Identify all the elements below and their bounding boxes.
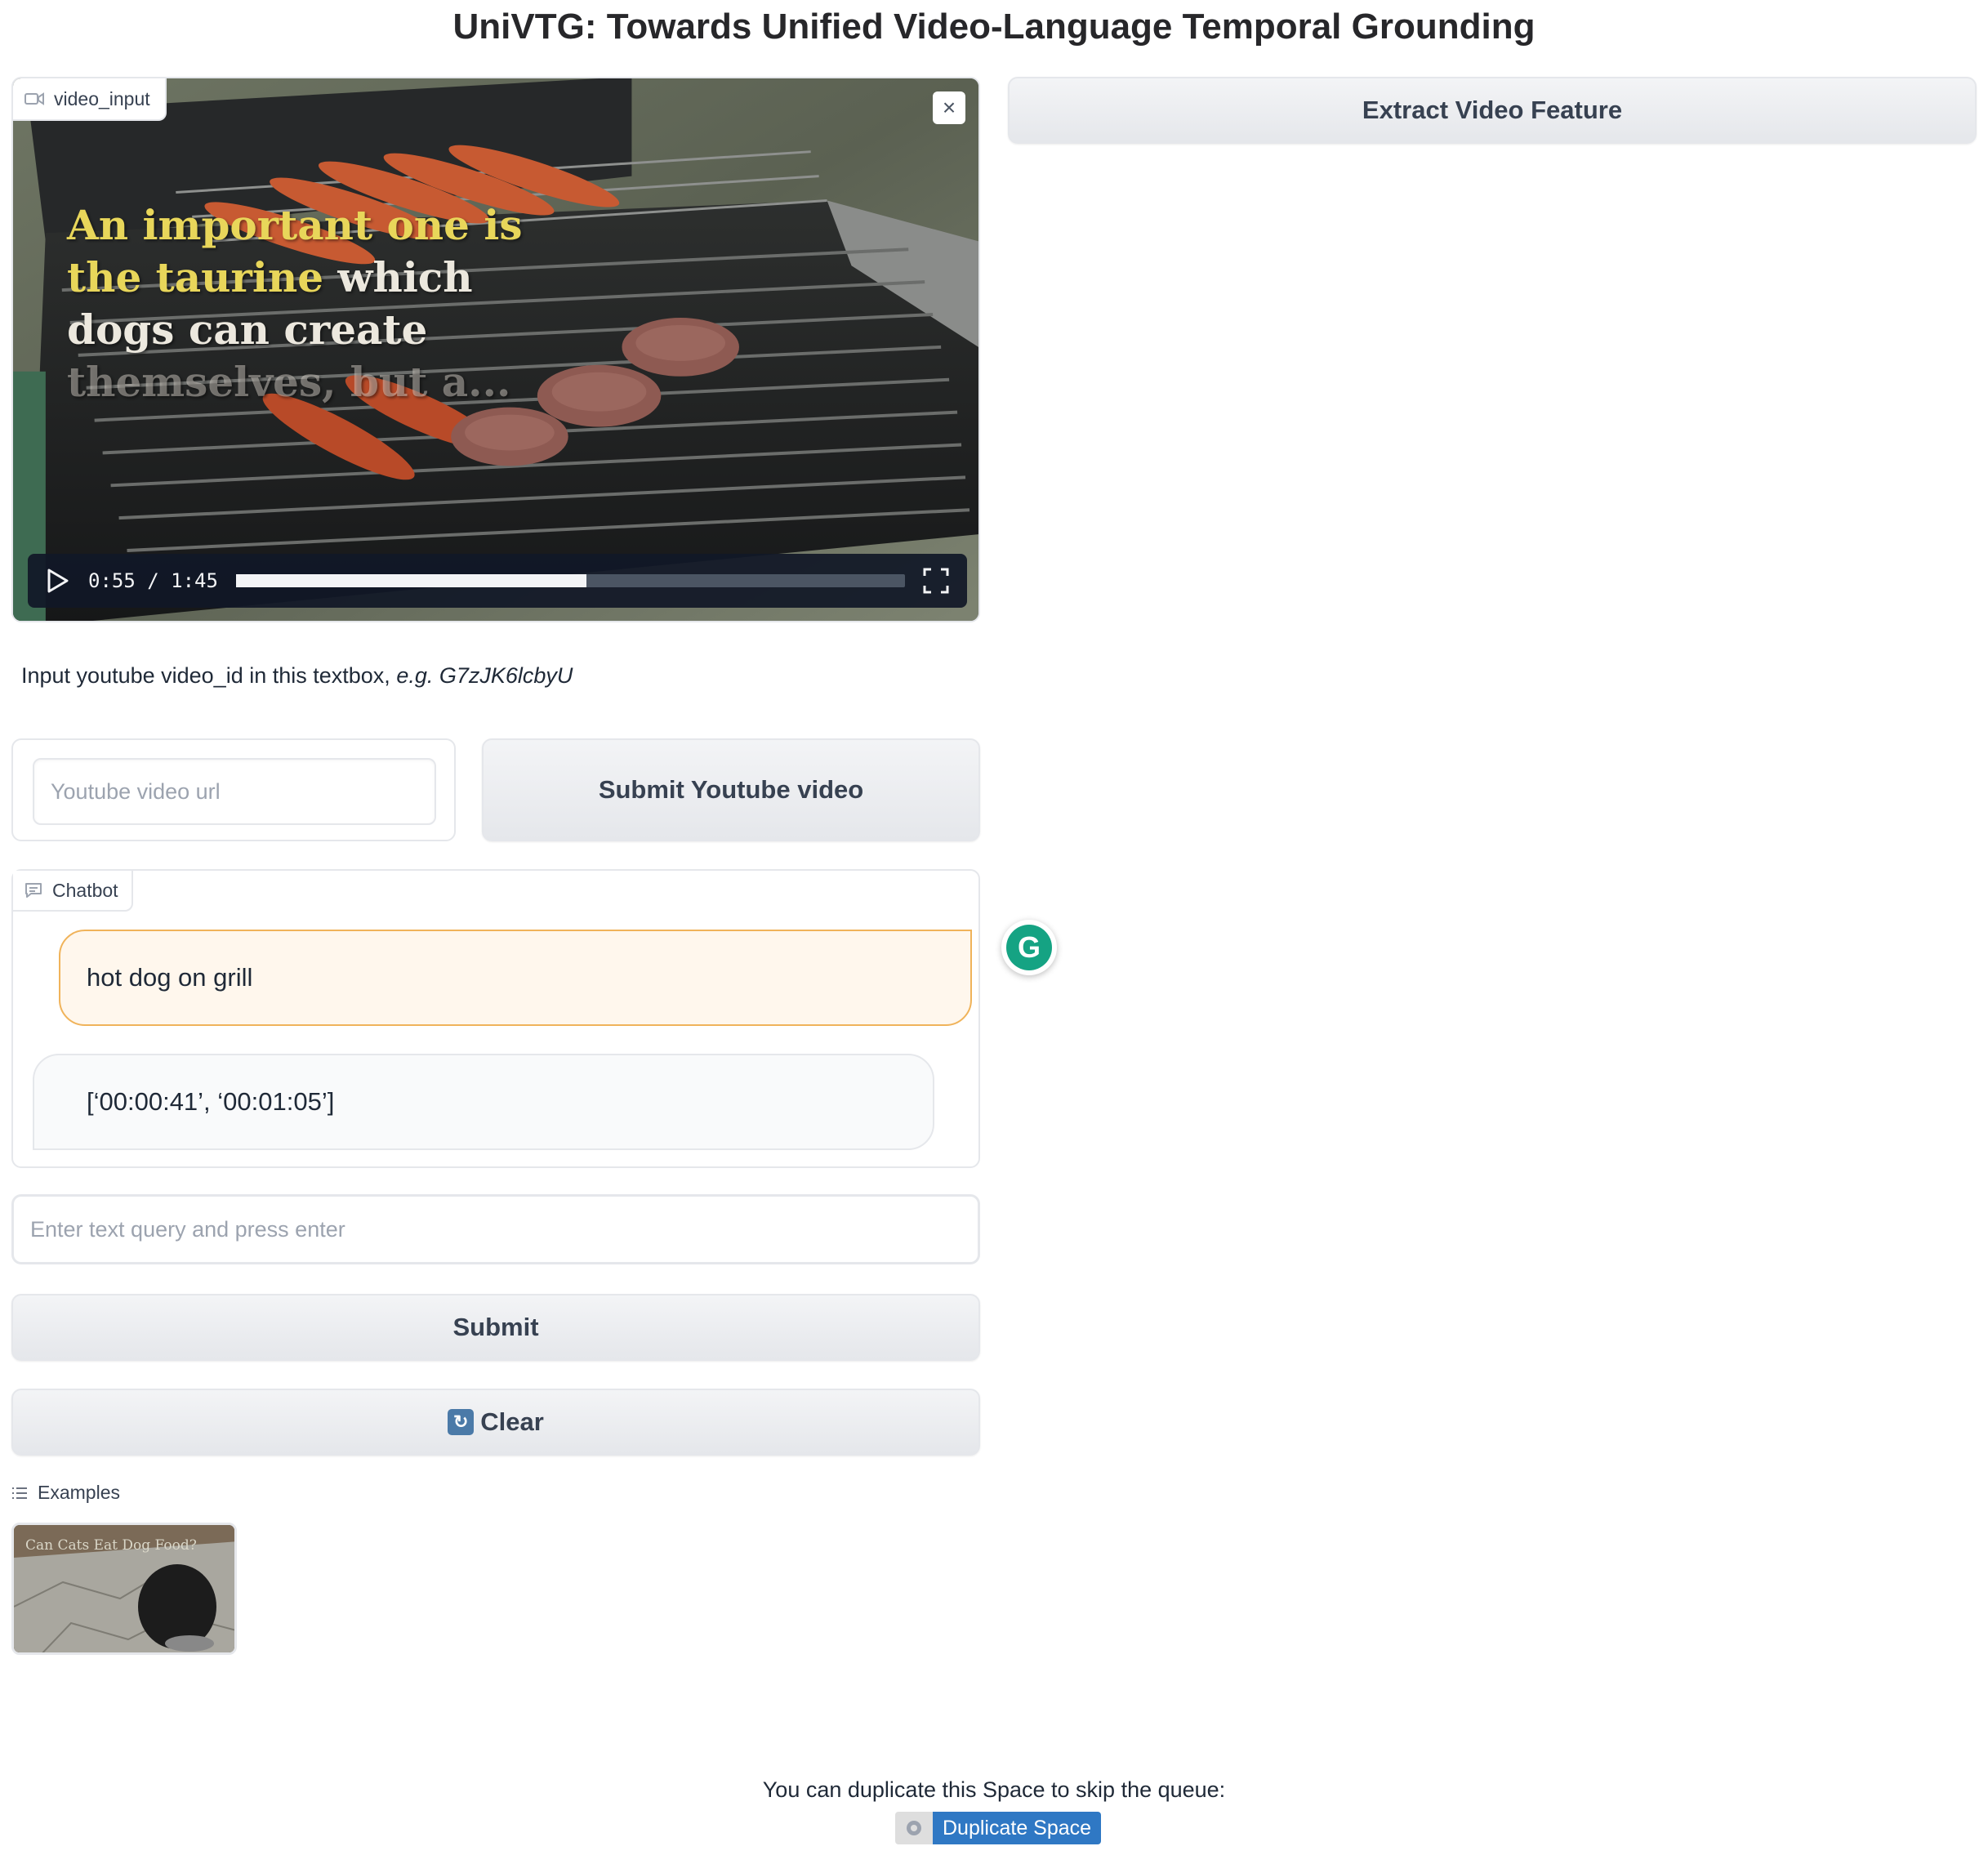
time-display: 0:55 / 1:45 <box>88 569 218 592</box>
example-thumbnail[interactable]: Can Cats Eat Dog Food? <box>11 1523 237 1655</box>
example-thumbnail-image: Can Cats Eat Dog Food? <box>14 1525 234 1652</box>
video-caption-overlay: An important one is the taurine which do… <box>67 199 523 408</box>
progress-fill <box>235 574 587 587</box>
bot-message: [‘00:00:41’, ‘00:01:05’] <box>33 1054 934 1150</box>
chatbot-label: Chatbot <box>13 871 133 912</box>
text-query-input[interactable] <box>11 1194 980 1264</box>
video-input-label-text: video_input <box>54 87 150 109</box>
video-controls: 0:55 / 1:45 <box>28 554 967 608</box>
refresh-icon: ↻ <box>448 1409 475 1435</box>
clear-button[interactable]: ↻ Clear <box>11 1389 980 1456</box>
footer-text: You can duplicate this Space to skip the… <box>762 1777 1226 1802</box>
caption-line-3: dogs can create <box>67 305 428 354</box>
youtube-url-box <box>11 738 456 841</box>
video-input-label: video_input <box>13 78 167 121</box>
user-message: hot dog on grill <box>59 930 972 1026</box>
caption-line-2-white: which <box>323 253 473 301</box>
extract-video-feature-button[interactable]: Extract Video Feature <box>1008 77 1977 144</box>
duplicate-icon <box>895 1812 933 1844</box>
close-icon[interactable]: × <box>933 91 965 124</box>
youtube-instruction-text: Input youtube video_id in this textbox, <box>21 663 397 688</box>
youtube-instruction: Input youtube video_id in this textbox, … <box>21 663 573 689</box>
duplicate-space-badge[interactable]: Duplicate Space <box>895 1812 1102 1844</box>
clear-button-label: Clear <box>480 1407 544 1436</box>
chat-icon <box>25 883 42 898</box>
examples-label-text: Examples <box>38 1482 120 1503</box>
grammarly-icon[interactable]: G <box>1001 920 1057 975</box>
example-thumb-caption: Can Cats Eat Dog Food? <box>25 1537 197 1554</box>
youtube-instruction-example: e.g. G7zJK6lcbyU <box>396 663 573 688</box>
submit-youtube-button[interactable]: Submit Youtube video <box>482 738 980 841</box>
progress-bar[interactable] <box>235 574 905 587</box>
play-icon[interactable] <box>46 569 70 593</box>
caption-line-1: An important one is <box>67 201 523 249</box>
duplicate-space-button[interactable]: Duplicate Space <box>933 1812 1102 1844</box>
caption-line-4: themselves, but a... <box>67 358 511 406</box>
video-input-panel[interactable]: video_input × An important one is the ta… <box>11 77 980 622</box>
submit-button[interactable]: Submit <box>11 1294 980 1361</box>
youtube-url-input[interactable] <box>33 758 436 825</box>
grammarly-g-icon: G <box>1006 925 1052 970</box>
chatbot-panel: Chatbot hot dog on grill [‘00:00:41’, ‘0… <box>11 869 980 1168</box>
examples-label: Examples <box>11 1482 120 1504</box>
list-icon <box>12 1487 27 1499</box>
page-title: UniVTG: Towards Unified Video-Language T… <box>452 7 1536 47</box>
caption-line-2-yellow: the taurine <box>67 253 324 301</box>
video-camera-icon <box>25 92 44 105</box>
fullscreen-icon[interactable] <box>923 568 949 594</box>
chatbot-label-text: Chatbot <box>52 879 118 901</box>
